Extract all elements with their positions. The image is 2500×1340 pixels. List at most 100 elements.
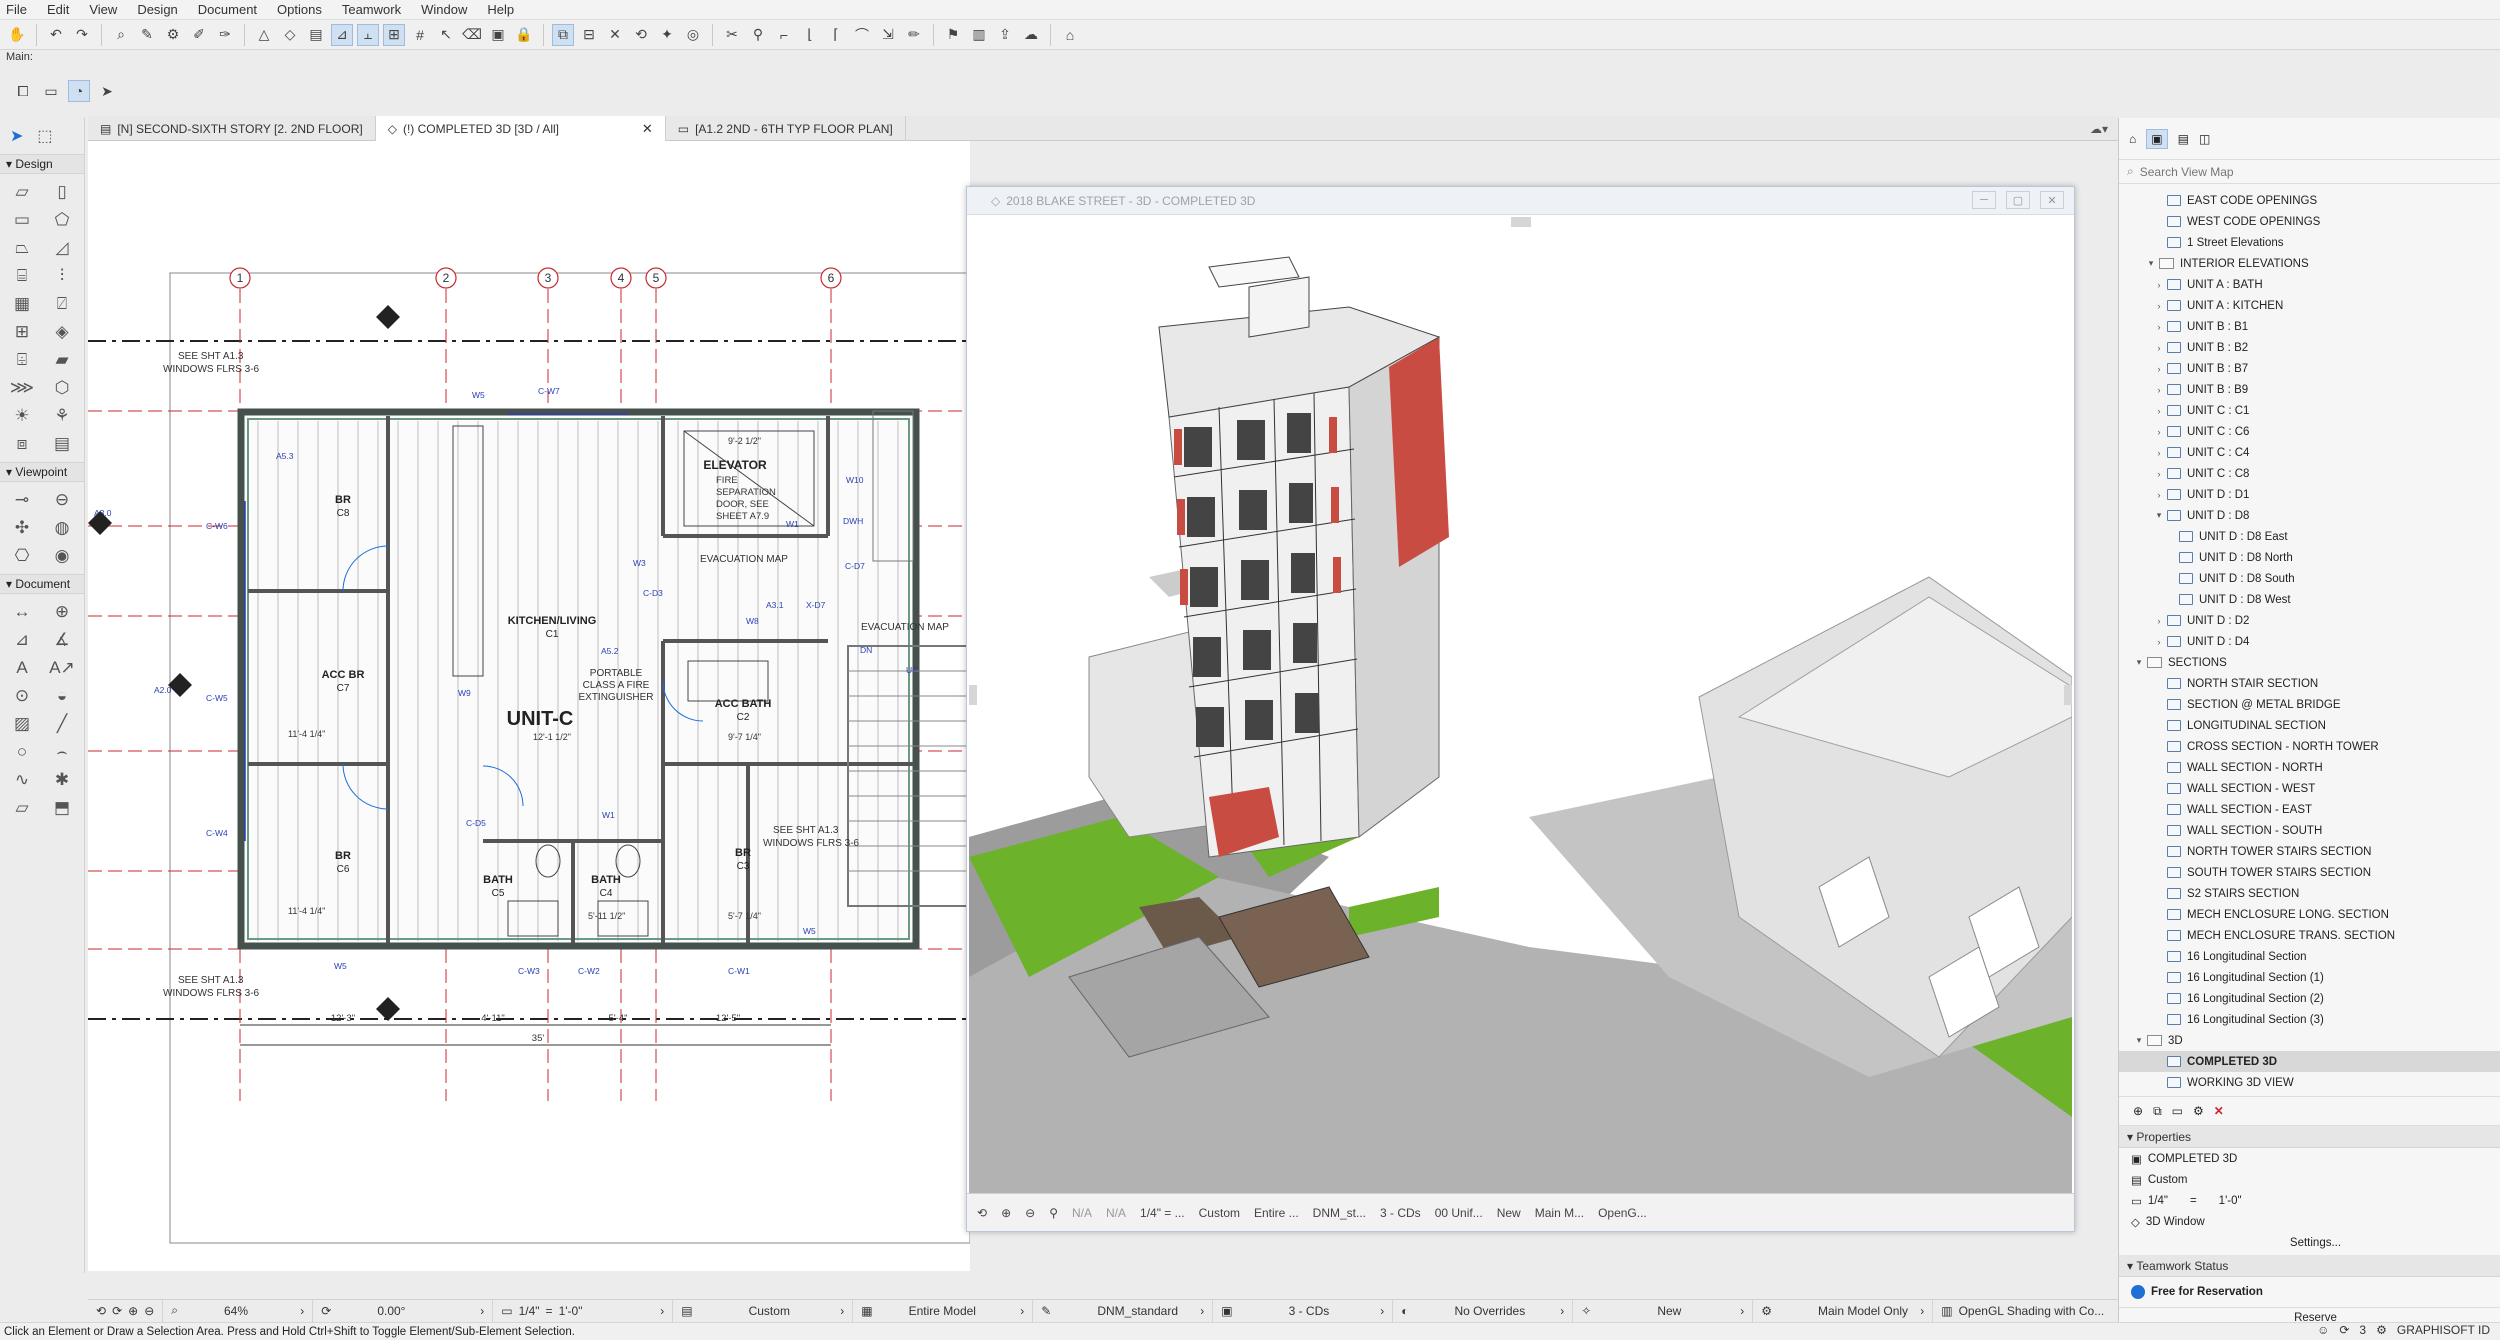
window-tool-icon[interactable]: ⊞ [2,318,42,346]
figure-tool-icon[interactable]: ⚘ [42,402,82,430]
adjust-icon[interactable]: ⚲ [747,24,769,46]
new-folder-icon[interactable]: ▭ [2172,1104,2183,1118]
menu-options[interactable]: Options [277,2,322,17]
publisher-sets-icon[interactable]: ◫ [2199,132,2210,146]
view-map-item[interactable]: 16 Longitudinal Section (1) [2119,967,2500,988]
view-map-item[interactable]: › UNIT B : B9 [2119,379,2500,400]
cloud-status-icon[interactable]: ☁▾ [2080,116,2118,140]
chevron-right-icon[interactable]: › [2153,280,2165,290]
close-icon[interactable]: ✕ [2040,191,2064,209]
view-map-item[interactable]: › UNIT B : B1 [2119,316,2500,337]
orbit-icon[interactable]: ◔ [68,80,90,102]
chevron-down-icon[interactable]: ▾ [2133,657,2145,668]
arrow-select-icon[interactable]: ➤ [96,80,118,102]
trim-icon[interactable]: ⌐ [773,24,795,46]
view-map-item[interactable]: › UNIT D : D1 [2119,484,2500,505]
polyline-tool-icon[interactable]: ⌢ [42,738,82,766]
walk-icon[interactable]: ⚲ [1049,1206,1058,1220]
view-map-item[interactable]: › UNIT A : BATH [2119,274,2500,295]
floor-plan-canvas[interactable]: 1 2 3 4 5 6 SEE SHT A1.3 WINDOWS FLRS 3-… [88,141,970,1271]
flag-icon[interactable]: ⚑ [942,24,964,46]
gear-icon[interactable]: ⚙ [2376,1323,2387,1337]
split-icon[interactable]: ⊟ [578,24,600,46]
inject-icon[interactable]: ⚙ [162,24,184,46]
window-2-tool-icon[interactable]: ▤ [42,430,82,458]
element-selector-icon[interactable]: ⧠ [12,80,34,102]
view-map-item[interactable]: ▾ INTERIOR ELEVATIONS [2119,253,2500,274]
view-map-item[interactable]: 16 Longitudinal Section (2) [2119,988,2500,1009]
settings-icon[interactable]: ⚙ [2193,1104,2204,1118]
view-map-item[interactable]: WEST CODE OPENINGS [2119,211,2500,232]
orbit-back-icon[interactable]: ⟲ [977,1206,987,1220]
view-map-item[interactable]: UNIT D : D8 West [2119,589,2500,610]
settings-button[interactable]: Settings... [2280,1235,2351,1251]
menu-view[interactable]: View [89,2,117,17]
bookmark-icon[interactable]: ▥ [968,24,990,46]
pick-up-icon[interactable]: ✎ [136,24,158,46]
renovation-field[interactable]: ✧ New › [1573,1299,1754,1322]
morph-tool-icon[interactable]: ⬡ [42,374,82,402]
shell-tool-icon[interactable]: ◿ [42,234,82,262]
radial-dim-tool-icon[interactable]: ⊿ [2,626,42,654]
menu-design[interactable]: Design [137,2,177,17]
graphisoft-id[interactable]: GRAPHISOFT ID [2397,1323,2490,1337]
publish-icon[interactable]: ⇪ [994,24,1016,46]
view-map-item[interactable]: S2 STAIRS SECTION [2119,883,2500,904]
object-tool-icon[interactable]: ⌹ [2,346,42,374]
3d-status-shading[interactable]: OpenG... [1598,1206,1647,1220]
toolbox-document-header[interactable]: ▾ Document [0,574,84,594]
stretch-icon[interactable]: ⇲ [877,24,899,46]
cursor-snap-icon[interactable]: ↖ [435,24,457,46]
back-icon[interactable]: ⟲ [96,1304,106,1318]
lock-icon[interactable]: 🔒 [513,24,535,46]
ie-tool-icon[interactable]: ✣ [2,514,42,542]
marker-tool-icon[interactable]: ⊙ [2,682,42,710]
grid-icon[interactable]: # [409,24,431,46]
3d-status-scale[interactable]: 1/4" = ... [1140,1206,1185,1220]
wall-tool-icon[interactable]: ▱ [2,178,42,206]
sync-icon[interactable]: ⟳ [2339,1323,2349,1337]
line-tool-icon[interactable]: ╱ [42,710,82,738]
viewport-handle-right[interactable] [2064,685,2072,706]
group-icon[interactable]: ▣ [487,24,509,46]
toolbox-design-header[interactable]: ▾ Design [0,154,84,174]
toolbox-viewpoint-header[interactable]: ▾ Viewpoint [0,462,84,482]
eyedropper-icon[interactable]: ✐ [188,24,210,46]
view-map-item[interactable]: UNIT D : D8 South [2119,568,2500,589]
dimension-tool-icon[interactable]: ↔ [2,598,42,626]
3d-status-layer[interactable]: Custom [1199,1206,1240,1220]
properties-header[interactable]: ▾ Properties [2119,1126,2500,1148]
view-map-item[interactable]: ▾ UNIT D : D8 [2119,505,2500,526]
cross-icon[interactable]: ✕ [604,24,626,46]
chevron-right-icon[interactable]: › [2153,385,2165,395]
model-field[interactable]: ▦ Entire Model › [853,1299,1034,1322]
selection-mode-icon[interactable]: ▭ [40,80,62,102]
fillet-icon[interactable]: ⌈ [825,24,847,46]
fill-tool-icon[interactable]: ▨ [2,710,42,738]
rotate-icon[interactable]: ⟲ [630,24,652,46]
slab-tool-icon[interactable]: ⬠ [42,206,82,234]
chevron-right-icon[interactable]: › [2153,406,2165,416]
chevron-right-icon[interactable]: › [2153,448,2165,458]
chevron-right-icon[interactable]: › [2153,343,2165,353]
view-map-item[interactable]: SOUTH TOWER STAIRS SECTION [2119,862,2500,883]
level-dim-tool-icon[interactable]: ⊕ [42,598,82,626]
section-tool-icon[interactable]: ⊸ [2,486,42,514]
spline-tool-icon[interactable]: ∿ [2,766,42,794]
offset-icon[interactable]: ⌊ [799,24,821,46]
menu-teamwork[interactable]: Teamwork [342,2,401,17]
3d-status-combo[interactable]: 3 - CDs [1380,1206,1421,1220]
undo-icon[interactable]: ↶ [45,24,67,46]
chevron-right-icon[interactable]: › [2153,616,2165,626]
3d-window[interactable]: ◇ 2018 BLAKE STREET - 3D - COMPLETED 3D ─… [966,186,2075,1232]
cloud-icon[interactable]: ☁ [1020,24,1042,46]
change-tool-icon[interactable]: ◒ [42,682,82,710]
3d-status-override[interactable]: 00 Unif... [1435,1206,1483,1220]
zoom-field[interactable]: ⌕ 64% › [163,1299,314,1322]
menu-file[interactable]: File [6,2,27,17]
tab-layout[interactable]: ▭ [A1.2 2ND - 6TH TYP FLOOR PLAN] [666,116,906,141]
3d-status-modelview[interactable]: Main M... [1535,1206,1584,1220]
home-icon[interactable]: ⌂ [1059,24,1081,46]
text-tool-icon[interactable]: A [2,654,42,682]
chevron-right-icon[interactable]: › [2153,427,2165,437]
